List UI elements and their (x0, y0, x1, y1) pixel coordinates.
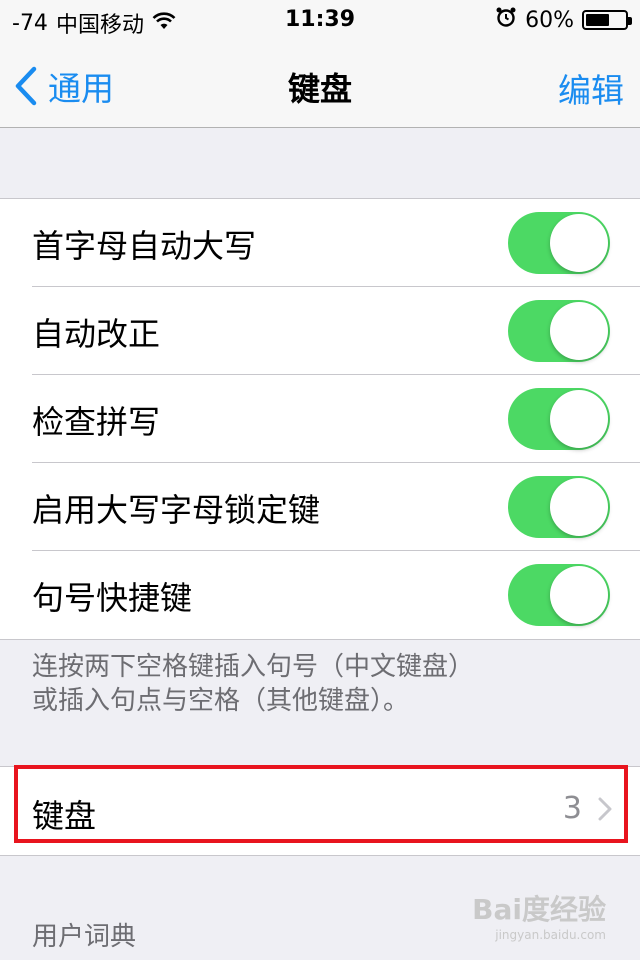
auto-capitalization-switch[interactable] (508, 212, 610, 274)
watermark-text: Bai度经验 (472, 893, 606, 926)
check-spelling-switch[interactable] (508, 388, 610, 450)
alarm-icon (495, 6, 517, 34)
battery-percent: 60% (525, 7, 574, 33)
caps-lock-switch[interactable] (508, 476, 610, 538)
note-line-1: 连按两下空格键插入句号（中文键盘） (32, 652, 475, 682)
toggle-settings-group: 首字母自动大写 自动改正 检查拼写 启用大写字母锁定键 句号快捷键 (0, 198, 640, 640)
navigation-bar: 通用 键盘 编辑 (0, 40, 640, 128)
switch-knob (550, 566, 608, 624)
switch-knob (550, 390, 608, 448)
status-bar: -74 中国移动 11:39 60% (0, 0, 640, 40)
switch-knob (550, 478, 608, 536)
highlight-box (14, 765, 628, 843)
user-dictionary-header: 用户词典 (32, 922, 137, 952)
period-shortcut-switch[interactable] (508, 564, 610, 626)
toggle-row-period-shortcut: 句号快捷键 (0, 551, 640, 639)
switch-knob (550, 214, 608, 272)
edit-button[interactable]: 编辑 (558, 64, 624, 112)
status-right: 60% (495, 6, 632, 34)
page-title: 键盘 (287, 70, 352, 108)
auto-correction-switch[interactable] (508, 300, 610, 362)
toggle-row-auto-capitalization: 首字母自动大写 (0, 199, 640, 287)
toggle-label: 启用大写字母锁定键 (32, 491, 321, 529)
period-shortcut-note: 连按两下空格键插入句号（中文键盘） 或插入句点与空格（其他键盘）。 (32, 650, 592, 718)
toggle-label: 自动改正 (32, 315, 161, 353)
switch-knob (550, 302, 608, 360)
baidu-jingyan-watermark: Bai度经验 jingyan.baidu.com (472, 888, 606, 942)
note-line-2: 或插入句点与空格（其他键盘）。 (32, 686, 410, 716)
toggle-label: 检查拼写 (32, 403, 161, 441)
toggle-row-caps-lock: 启用大写字母锁定键 (0, 463, 640, 551)
battery-fill (586, 14, 609, 26)
battery-icon (582, 10, 632, 30)
toggle-row-auto-correction: 自动改正 (0, 287, 640, 375)
watermark-sub: jingyan.baidu.com (495, 928, 606, 942)
toggle-label: 句号快捷键 (32, 579, 193, 617)
toggle-label: 首字母自动大写 (32, 227, 257, 265)
toggle-row-check-spelling: 检查拼写 (0, 375, 640, 463)
